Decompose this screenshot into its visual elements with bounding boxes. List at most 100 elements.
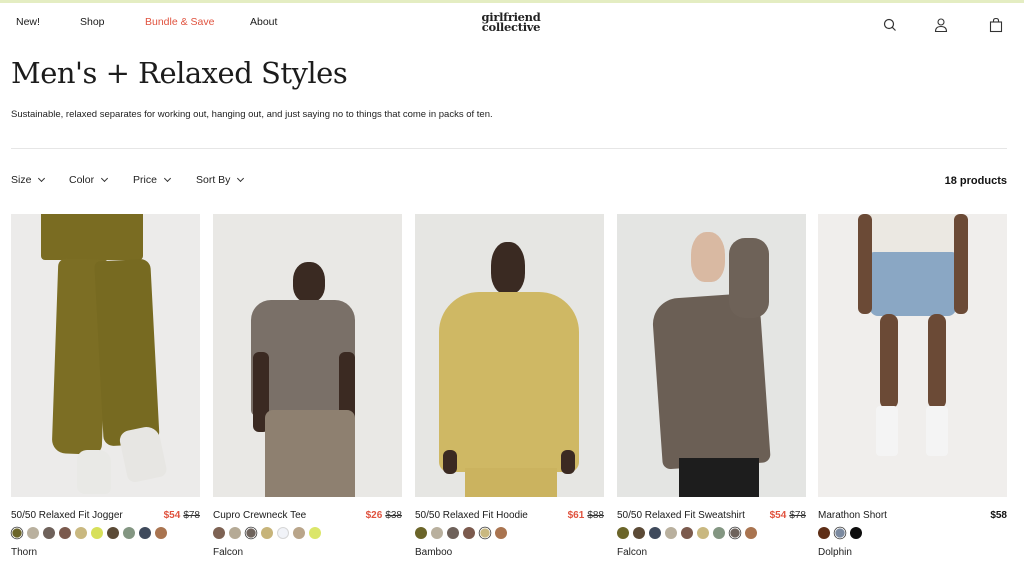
color-swatch[interactable] bbox=[463, 527, 475, 539]
original-price: $38 bbox=[385, 510, 402, 521]
color-swatch[interactable] bbox=[697, 527, 709, 539]
chevron-down-icon bbox=[38, 174, 46, 183]
sort-by-label: Sort By bbox=[196, 174, 231, 186]
divider bbox=[11, 148, 1007, 149]
color-swatches bbox=[213, 527, 321, 539]
color-swatch[interactable] bbox=[745, 527, 757, 539]
color-swatch[interactable] bbox=[123, 527, 135, 539]
filter-color-label: Color bbox=[69, 174, 95, 186]
nav-link-new[interactable]: New! bbox=[16, 16, 40, 28]
product-image[interactable] bbox=[415, 214, 604, 497]
product-image[interactable] bbox=[11, 214, 200, 497]
product-card[interactable]: 50/50 Relaxed Fit Sweatshirt $54 $78 Falc… bbox=[617, 214, 806, 558]
product-name[interactable]: Marathon Short bbox=[818, 510, 887, 521]
chevron-down-icon bbox=[237, 174, 245, 183]
product-price: $61 $88 bbox=[568, 510, 604, 521]
selected-color-name: Bamboo bbox=[415, 547, 453, 558]
page-title: Men's + Relaxed Styles bbox=[11, 56, 348, 90]
color-swatch[interactable] bbox=[850, 527, 862, 539]
color-swatch[interactable] bbox=[681, 527, 693, 539]
bag-icon[interactable] bbox=[988, 17, 1004, 33]
color-swatches bbox=[415, 527, 507, 539]
color-swatch[interactable] bbox=[617, 527, 629, 539]
filter-size-label: Size bbox=[11, 174, 32, 186]
product-image[interactable] bbox=[818, 214, 1007, 497]
color-swatch[interactable] bbox=[139, 527, 151, 539]
color-swatch[interactable] bbox=[293, 527, 305, 539]
color-swatch[interactable] bbox=[309, 527, 321, 539]
color-swatch[interactable] bbox=[277, 527, 289, 539]
color-swatch[interactable] bbox=[27, 527, 39, 539]
product-card[interactable]: 50/50 Relaxed Fit Hoodie $61 $88 Bamboo bbox=[415, 214, 604, 558]
color-swatch[interactable] bbox=[730, 528, 740, 538]
filter-price[interactable]: Price bbox=[133, 174, 171, 186]
product-name[interactable]: 50/50 Relaxed Fit Sweatshirt bbox=[617, 510, 745, 521]
color-swatch[interactable] bbox=[480, 528, 490, 538]
color-swatch[interactable] bbox=[43, 527, 55, 539]
logo-line-2: collective bbox=[481, 20, 541, 34]
color-swatch[interactable] bbox=[415, 527, 427, 539]
product-price: $58 bbox=[990, 510, 1007, 521]
search-icon[interactable] bbox=[882, 17, 898, 33]
color-swatch[interactable] bbox=[713, 527, 725, 539]
chevron-down-icon bbox=[101, 174, 109, 183]
color-swatch[interactable] bbox=[431, 527, 443, 539]
nav-link-shop[interactable]: Shop bbox=[80, 16, 105, 28]
account-icon[interactable] bbox=[933, 17, 949, 33]
sale-price: $61 bbox=[567, 510, 585, 521]
original-price: $78 bbox=[183, 510, 200, 521]
color-swatch[interactable] bbox=[261, 527, 273, 539]
chevron-down-icon bbox=[163, 174, 171, 183]
filter-size[interactable]: Size bbox=[11, 174, 46, 186]
sale-price: $54 bbox=[769, 510, 787, 521]
color-swatches bbox=[11, 527, 167, 539]
nav-link-bundle-save[interactable]: Bundle & Save bbox=[145, 16, 214, 28]
product-count: 18 products bbox=[944, 175, 1007, 187]
selected-color-name: Falcon bbox=[617, 547, 648, 558]
color-swatch[interactable] bbox=[12, 528, 22, 538]
sale-price: $54 bbox=[163, 510, 181, 521]
color-swatch[interactable] bbox=[447, 527, 459, 539]
color-swatch[interactable] bbox=[213, 527, 225, 539]
nav-link-about[interactable]: About bbox=[250, 16, 277, 28]
product-card[interactable]: 50/50 Relaxed Fit Jogger $54 $78 Thorn bbox=[11, 214, 200, 558]
product-price: $26 $38 bbox=[366, 510, 402, 521]
selected-color-name: Thorn bbox=[11, 547, 38, 558]
selected-color-name: Falcon bbox=[213, 547, 244, 558]
color-swatch[interactable] bbox=[75, 527, 87, 539]
product-card[interactable]: Cupro Crewneck Tee $26 $38 Falcon bbox=[213, 214, 402, 558]
product-card[interactable]: Marathon Short $58 Dolphin bbox=[818, 214, 1007, 558]
product-image[interactable] bbox=[213, 214, 402, 497]
original-price: $78 bbox=[789, 510, 806, 521]
product-price: $54 $78 bbox=[164, 510, 200, 521]
color-swatch[interactable] bbox=[495, 527, 507, 539]
color-swatch[interactable] bbox=[91, 527, 103, 539]
page-subtitle: Sustainable, relaxed separates for worki… bbox=[11, 109, 493, 120]
product-image[interactable] bbox=[617, 214, 806, 497]
color-swatch[interactable] bbox=[665, 527, 677, 539]
color-swatch[interactable] bbox=[649, 527, 661, 539]
selected-color-name: Dolphin bbox=[818, 547, 852, 558]
main-nav: New! Shop Bundle & Save About girlfriend… bbox=[0, 3, 1024, 43]
sort-by[interactable]: Sort By bbox=[196, 174, 245, 186]
color-swatch[interactable] bbox=[818, 527, 830, 539]
original-price: $88 bbox=[587, 510, 604, 521]
color-swatch[interactable] bbox=[633, 527, 645, 539]
filter-color[interactable]: Color bbox=[69, 174, 109, 186]
color-swatch[interactable] bbox=[107, 527, 119, 539]
product-name[interactable]: Cupro Crewneck Tee bbox=[213, 510, 306, 521]
color-swatch[interactable] bbox=[246, 528, 256, 538]
product-name[interactable]: 50/50 Relaxed Fit Hoodie bbox=[415, 510, 528, 521]
brand-logo[interactable]: girlfriend collective bbox=[480, 11, 542, 34]
color-swatch[interactable] bbox=[59, 527, 71, 539]
color-swatch[interactable] bbox=[835, 528, 845, 538]
regular-price: $58 bbox=[990, 510, 1007, 521]
color-swatches bbox=[617, 527, 757, 539]
color-swatch[interactable] bbox=[229, 527, 241, 539]
color-swatch[interactable] bbox=[155, 527, 167, 539]
product-name[interactable]: 50/50 Relaxed Fit Jogger bbox=[11, 510, 123, 521]
filter-price-label: Price bbox=[133, 174, 157, 186]
product-price: $54 $78 bbox=[770, 510, 806, 521]
color-swatches bbox=[818, 527, 862, 539]
sale-price: $26 bbox=[365, 510, 383, 521]
